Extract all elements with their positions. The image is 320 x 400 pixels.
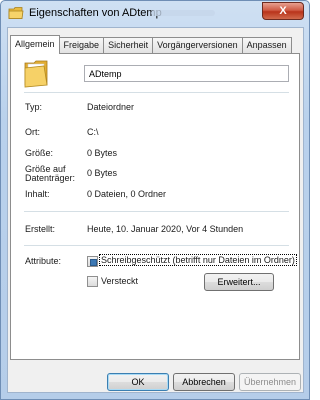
separator (24, 245, 289, 246)
ok-button[interactable]: OK (107, 373, 169, 391)
separator (24, 211, 289, 212)
attributes-label: Attribute: (25, 256, 62, 266)
type-label: Typ: (25, 102, 43, 112)
hidden-checkbox[interactable] (87, 276, 98, 287)
folder-icon (24, 60, 48, 88)
folder-name-input[interactable] (84, 65, 289, 82)
readonly-checkbox[interactable] (87, 256, 98, 267)
contents-label: Inhalt: (25, 189, 50, 199)
size-value: 0 Bytes (87, 148, 118, 158)
general-tab-panel (10, 53, 300, 360)
hidden-label[interactable]: Versteckt (101, 276, 138, 286)
tab-allgemein[interactable]: Allgemein (10, 35, 60, 54)
size-label: Größe: (25, 148, 54, 158)
contents-value: 0 Dateien, 0 Ordner (87, 189, 167, 199)
window-title: Eigenschaften von ADtemp (29, 7, 162, 19)
folder-icon (8, 7, 24, 19)
properties-window: Eigenschaften von ADtemp X Allgemein Fre… (0, 0, 310, 400)
tab-sicherheit[interactable]: Sicherheit (103, 37, 154, 54)
location-value: C:\ (87, 127, 99, 137)
tab-vorgaengerversionen[interactable]: Vorgängerversionen (152, 37, 243, 54)
cancel-button[interactable]: Abbrechen (173, 373, 235, 391)
blurred-title-area (151, 10, 215, 16)
tab-bar: Allgemein Freigabe Sicherheit Vorgängerv… (10, 35, 292, 54)
location-label: Ort: (25, 127, 40, 137)
created-value: Heute, 10. Januar 2020, Vor 4 Stunden (87, 224, 244, 234)
tab-anpassen[interactable]: Anpassen (241, 37, 292, 54)
separator (24, 92, 289, 93)
size-on-disk-label-line2: Datenträger: (25, 173, 76, 183)
close-button[interactable]: X (262, 2, 304, 20)
tab-freigabe[interactable]: Freigabe (58, 37, 105, 54)
created-label: Erstellt: (25, 224, 56, 234)
apply-button[interactable]: Übernehmen (239, 373, 301, 391)
type-value: Dateiordner (87, 102, 135, 112)
title-bar[interactable]: Eigenschaften von ADtemp X (1, 1, 309, 27)
size-on-disk-value: 0 Bytes (87, 168, 118, 178)
readonly-label[interactable]: Schreibgeschützt (betrifft nur Dateien i… (99, 254, 297, 266)
advanced-button[interactable]: Erweitert... (204, 273, 274, 291)
